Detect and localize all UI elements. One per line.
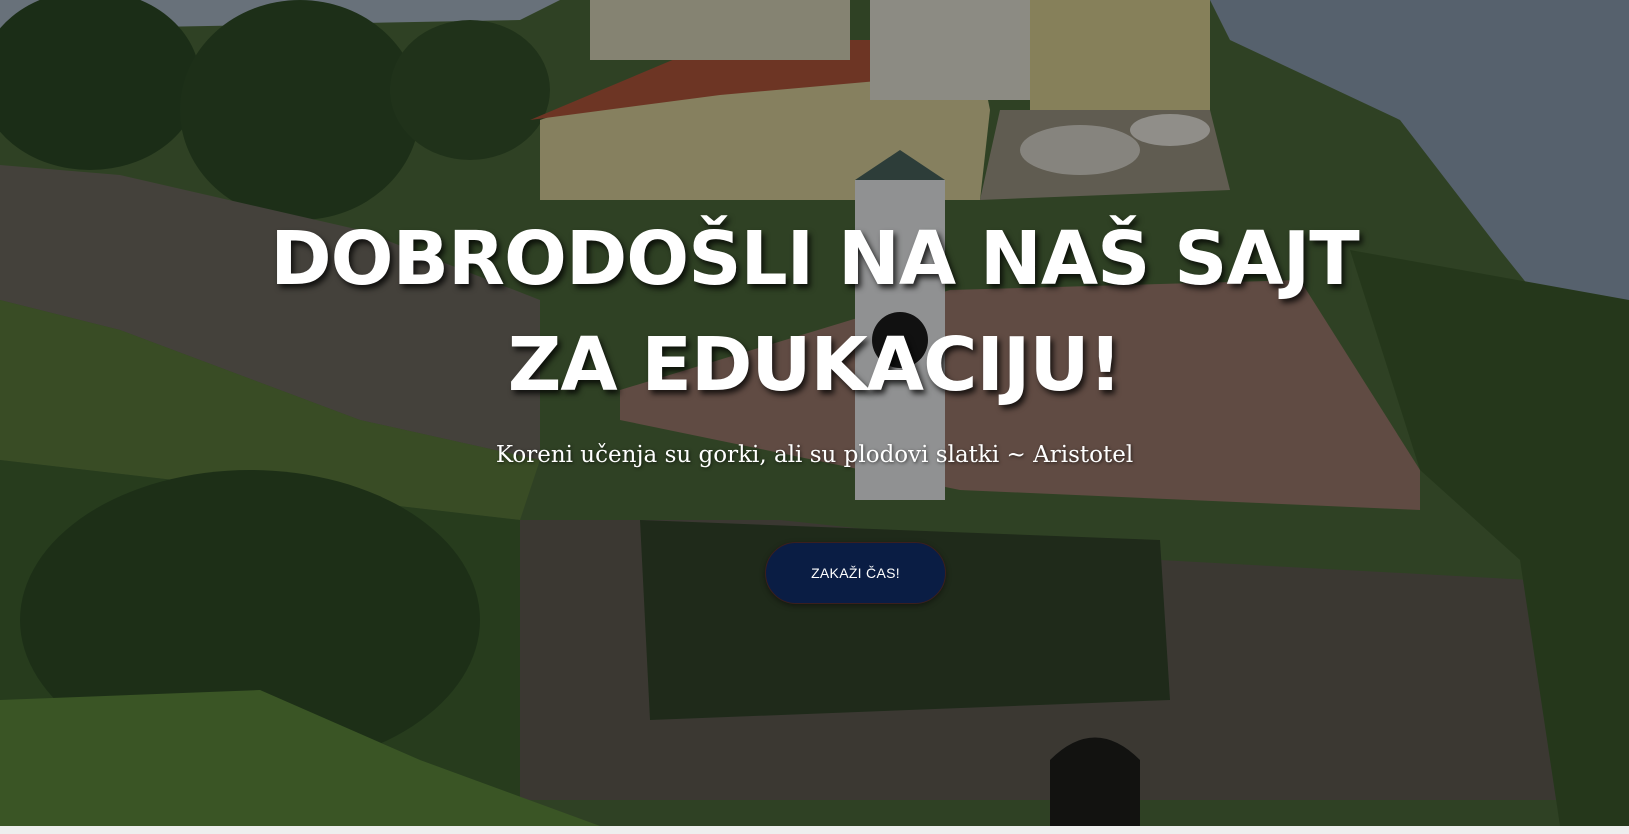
hero-title-line-1: DOBRODOŠLI NA NAŠ SAJT (270, 216, 1360, 302)
hero-quote: Koreni učenja su gorki, ali su plodovi s… (495, 442, 1134, 468)
hero-section: DOBRODOŠLI NA NAŠ SAJT ZA EDUKACIJU! Kor… (0, 0, 1629, 826)
hero-title-line-2: ZA EDUKACIJU! (507, 322, 1123, 408)
book-lesson-button[interactable]: ZAKAŽI ČAS! (765, 542, 946, 604)
hero-content: DOBRODOŠLI NA NAŠ SAJT ZA EDUKACIJU! Kor… (0, 0, 1629, 826)
hero-title: DOBRODOŠLI NA NAŠ SAJT ZA EDUKACIJU! (0, 206, 1629, 418)
page-bottom-edge (0, 826, 1629, 834)
